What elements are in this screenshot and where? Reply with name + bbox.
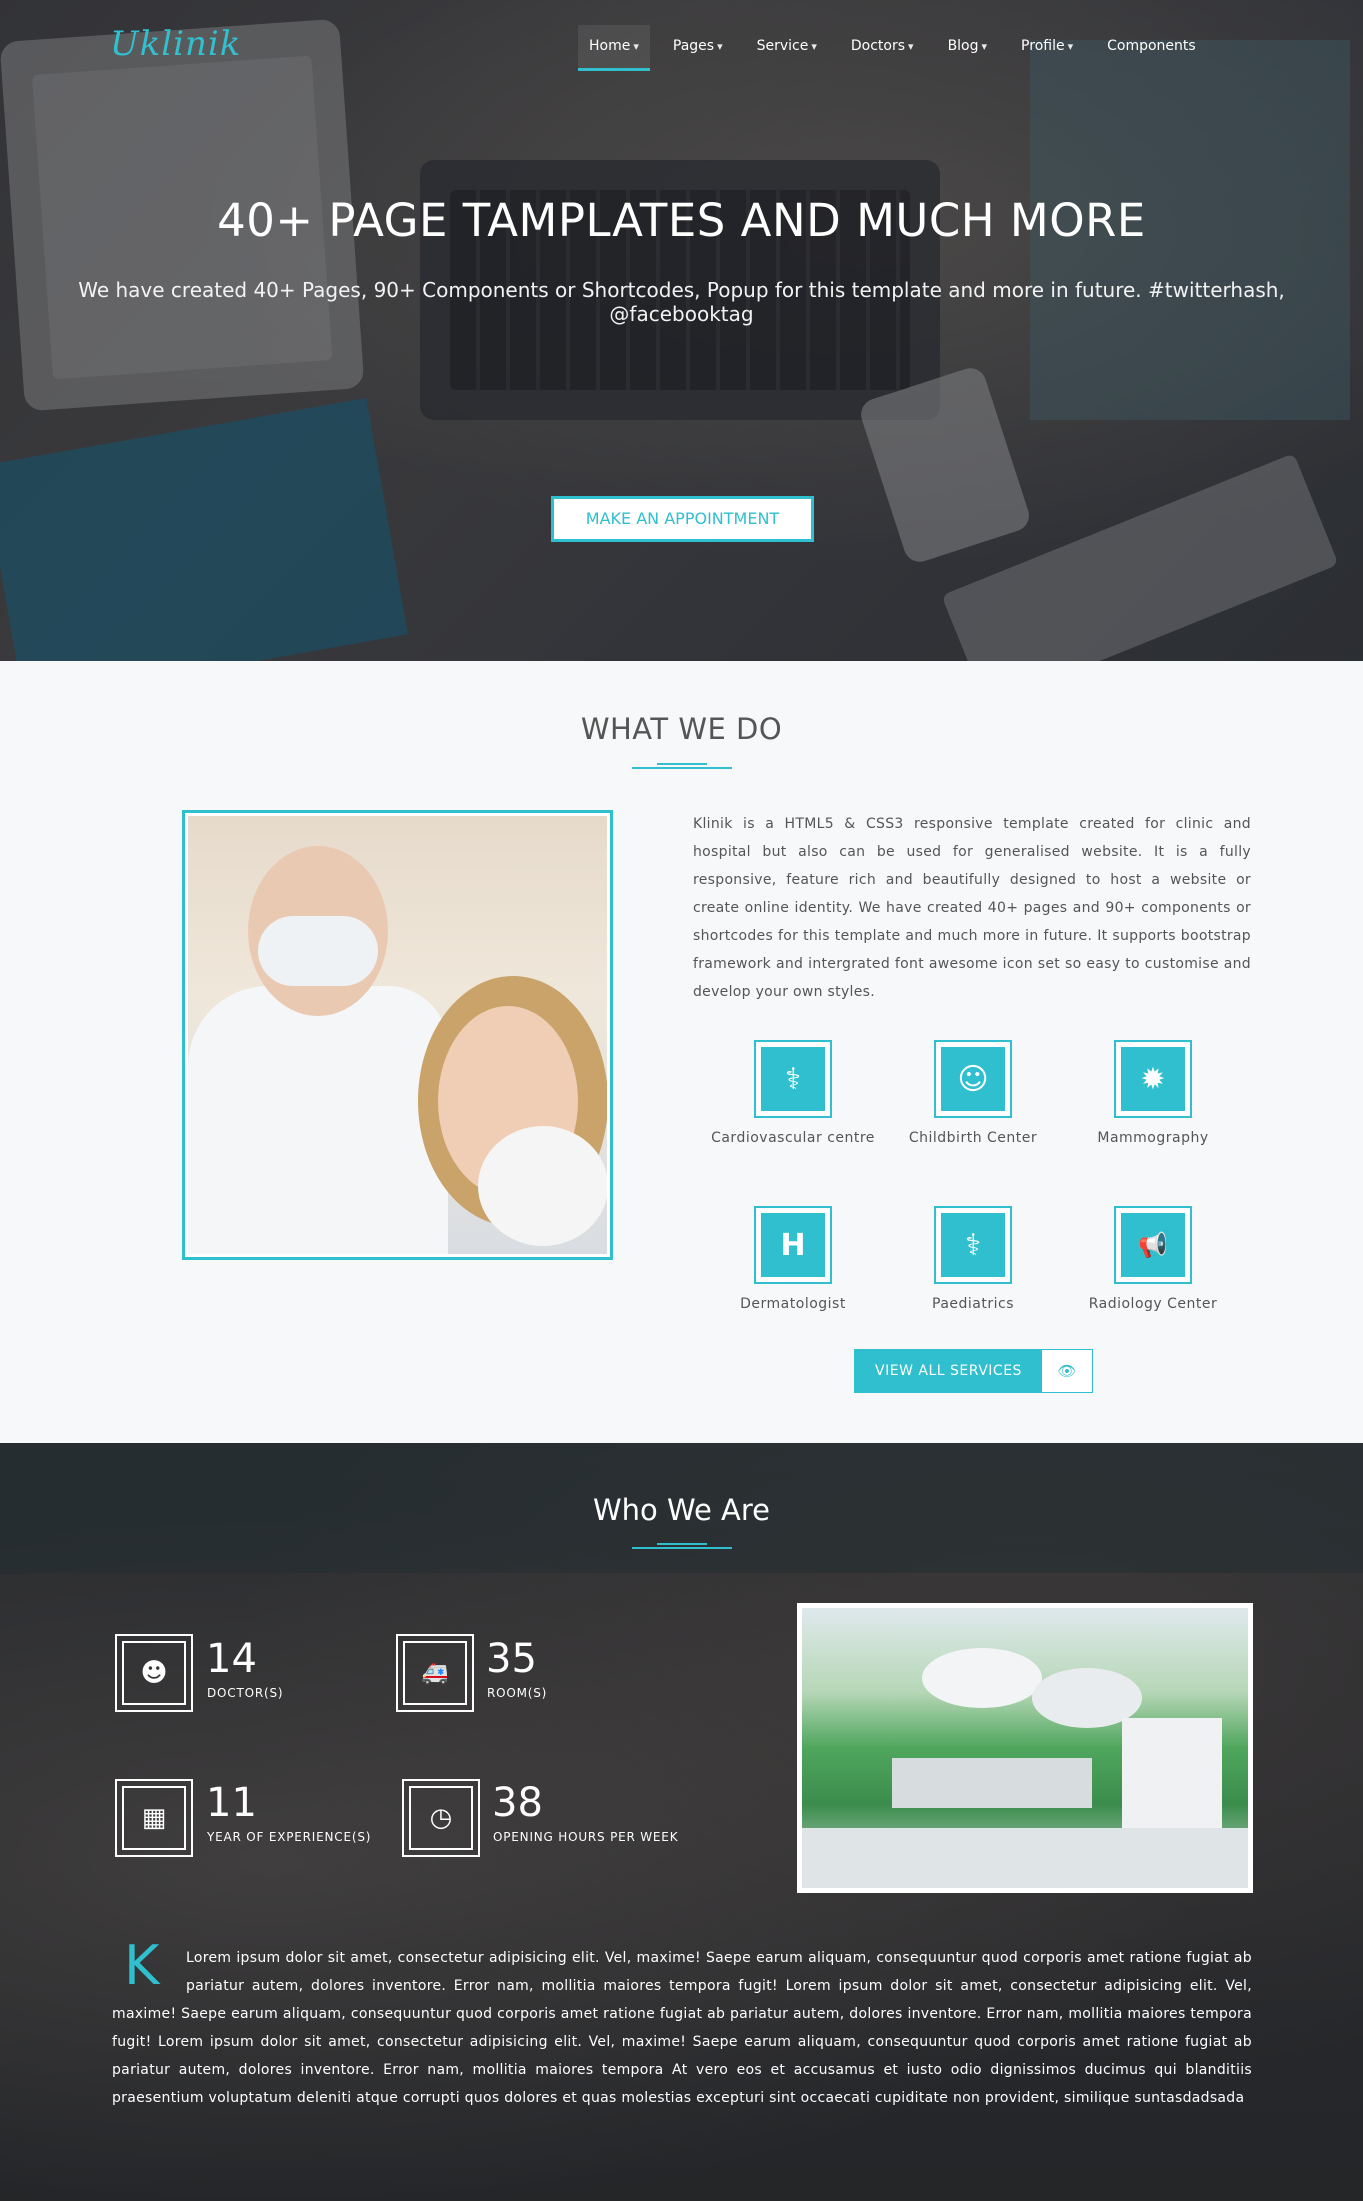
user-md-icon: ☻: [122, 1641, 186, 1705]
stat-number: 35: [486, 1636, 537, 1682]
chevron-down-icon: ▾: [981, 40, 988, 53]
nav-item-label: Pages: [672, 38, 715, 54]
stat-label: ROOM(S): [487, 1686, 548, 1700]
nav-item-service[interactable]: Service ▾: [746, 25, 828, 71]
eye-icon: 👁: [1042, 1350, 1092, 1392]
make-appointment-button[interactable]: MAKE AN APPOINTMENT: [551, 496, 814, 542]
nav-item-home[interactable]: Home ▾: [578, 25, 650, 71]
child-icon: ☺: [941, 1047, 1005, 1111]
site-logo[interactable]: Uklinik: [110, 24, 241, 64]
stat-label: DOCTOR(S): [207, 1686, 284, 1700]
chevron-down-icon: ▾: [633, 40, 639, 53]
nav-item-profile[interactable]: Profile ▾: [1010, 25, 1084, 71]
nav-item-label: Components: [1107, 38, 1196, 54]
what-we-do-title: WHAT WE DO: [580, 712, 783, 746]
service-label: Mammography: [1097, 1130, 1209, 1146]
hero-section: Uklinik Home ▾ Pages ▾ Service ▾ Doctors ▾ B…: [0, 0, 1363, 661]
certificate-icon: ✹: [1121, 1047, 1185, 1111]
hero-overlay: [0, 0, 1363, 661]
nav-item-label: Home: [589, 38, 631, 54]
nav-item-pages[interactable]: Pages ▾: [662, 25, 734, 71]
service-dermatologist[interactable]: H Dermatologist: [703, 1206, 883, 1312]
service-paediatrics[interactable]: ⚕ Paediatrics: [883, 1206, 1063, 1312]
operating-room-image: [802, 1608, 1248, 1888]
who-we-are-title: Who We Are: [592, 1493, 771, 1527]
service-label: Paediatrics: [932, 1296, 1014, 1312]
nav-item-components[interactable]: Components: [1096, 25, 1207, 71]
what-we-do-description: Klinik is a HTML5 & CSS3 responsive temp…: [693, 816, 1251, 1000]
stat-number: 11: [206, 1780, 257, 1826]
service-label: Dermatologist: [740, 1296, 846, 1312]
stat-label: OPENING HOURS PER WEEK: [493, 1830, 679, 1844]
section-divider: [632, 763, 732, 769]
nav-item-label: Profile: [1021, 38, 1065, 54]
chevron-down-icon: ▾: [1067, 40, 1074, 53]
main-nav: Home ▾ Pages ▾ Service ▾ Doctors ▾ Blog ▾ Pro…: [578, 25, 1219, 71]
service-label: Radiology Center: [1088, 1296, 1218, 1312]
dentist-photo: [182, 810, 613, 1260]
hero-title: 40+ PAGE TAMPLATES AND MUCH MORE: [217, 194, 1146, 247]
nav-item-label: Service: [756, 38, 809, 54]
nav-item-label: Doctors: [850, 38, 906, 54]
nav-item-blog[interactable]: Blog ▾: [937, 25, 998, 71]
service-label: Childbirth Center: [908, 1130, 1038, 1146]
service-childbirth[interactable]: ☺ Childbirth Center: [883, 1040, 1063, 1146]
view-all-services-label: VIEW ALL SERVICES: [855, 1350, 1042, 1392]
stethoscope-icon: ⚕: [761, 1047, 825, 1111]
operating-room-photo: [797, 1603, 1253, 1893]
service-label: Cardiovascular centre: [711, 1130, 875, 1146]
ambulance-icon: 🚑: [403, 1641, 467, 1705]
hospital-h-icon: H: [761, 1213, 825, 1277]
service-radiology[interactable]: 📢 Radiology Center: [1063, 1206, 1243, 1312]
clock-icon: ◷: [409, 1786, 473, 1850]
chevron-down-icon: ▾: [908, 40, 914, 53]
stat-number: 14: [206, 1636, 257, 1682]
service-cardiovascular[interactable]: ⚕ Cardiovascular centre: [703, 1040, 883, 1146]
stat-number: 38: [492, 1780, 543, 1826]
service-mammography[interactable]: ✹ Mammography: [1063, 1040, 1243, 1146]
nav-item-doctors[interactable]: Doctors ▾: [840, 25, 925, 71]
section-divider: [632, 1543, 732, 1549]
dentist-photo-image: [188, 816, 607, 1254]
who-we-are-text: Lorem ipsum dolor sit amet, consectetur …: [112, 1950, 1252, 2106]
chevron-down-icon: ▾: [717, 40, 723, 53]
chevron-down-icon: ▾: [811, 40, 817, 53]
view-all-services-button[interactable]: VIEW ALL SERVICES 👁: [854, 1349, 1093, 1393]
nav-item-label: Blog: [947, 38, 979, 54]
bullhorn-icon: 📢: [1121, 1213, 1185, 1277]
calendar-icon: ▦: [122, 1786, 186, 1850]
stat-label: YEAR OF EXPERIENCE(S): [207, 1830, 372, 1844]
stethoscope-icon: ⚕: [941, 1213, 1005, 1277]
hero-subtitle: We have created 40+ Pages, 90+ Component…: [78, 278, 1285, 326]
who-we-are-description: Lorem ipsum dolor sit amet, consectetur …: [112, 1944, 1252, 2112]
